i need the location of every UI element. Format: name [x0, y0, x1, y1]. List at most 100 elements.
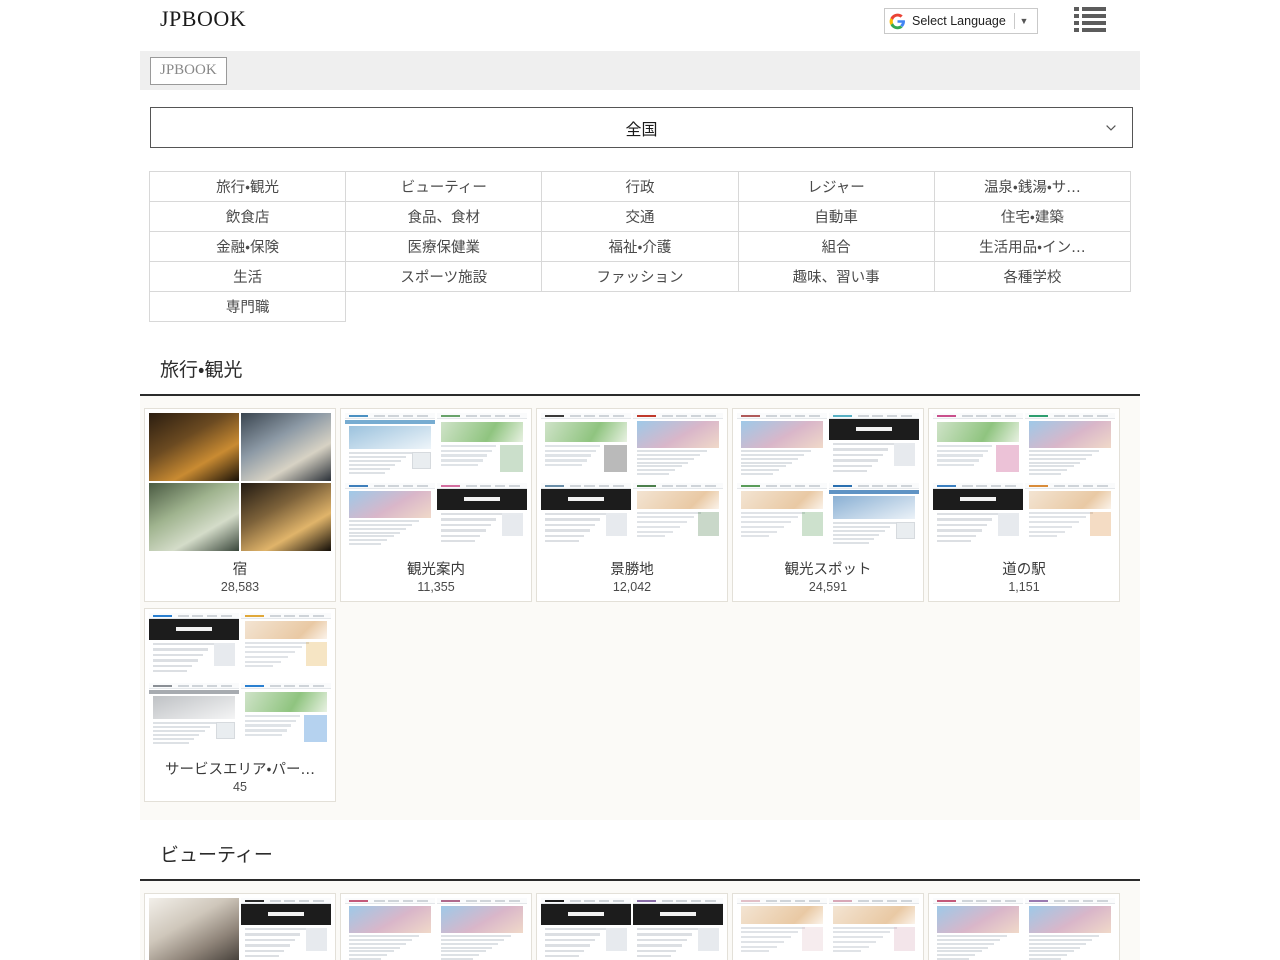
breadcrumb-item-jpbook[interactable]: JPBOOK: [150, 57, 227, 85]
subcategory-card[interactable]: [144, 893, 336, 960]
subcategory-card[interactable]: [928, 893, 1120, 960]
card-label: 観光スポット: [733, 555, 923, 580]
card-thumbnail: [737, 483, 827, 551]
category-row: 金融・保険医療保健業福祉・介護組合生活用品・イン…: [150, 232, 1131, 262]
card-thumbnail: [241, 413, 331, 481]
category-cell[interactable]: ファッション: [542, 262, 738, 292]
region-select[interactable]: 全国: [150, 107, 1133, 148]
category-cell[interactable]: 各種学校: [934, 262, 1130, 292]
card-thumbnail-grid: [929, 894, 1119, 960]
card-thumbnail: [829, 413, 919, 481]
section-card-grid: [140, 881, 1140, 960]
section-card-grid: 宿28,583観光案内11,355景勝地12,042観光スポット24,591道の…: [140, 396, 1140, 820]
card-thumbnail: [149, 898, 239, 960]
list-menu-icon[interactable]: [1074, 6, 1106, 32]
category-cell[interactable]: レジャー: [738, 172, 934, 202]
google-translate-widget[interactable]: Select Language ▼: [884, 8, 1038, 34]
category-cell[interactable]: 温泉・銭湯・サ…: [934, 172, 1130, 202]
card-thumbnail: [345, 483, 435, 551]
category-row: 生活スポーツ施設ファッション趣味、習い事各種学校: [150, 262, 1131, 292]
category-cell[interactable]: 住宅・建築: [934, 202, 1130, 232]
category-cell-empty: [738, 292, 934, 322]
card-thumbnail: [541, 483, 631, 551]
category-cell[interactable]: 生活用品・イン…: [934, 232, 1130, 262]
site-header: JPBOOK Select Language ▼: [0, 0, 1280, 44]
category-cell[interactable]: スポーツ施設: [346, 262, 542, 292]
subcategory-card[interactable]: [536, 893, 728, 960]
card-count: 45: [145, 780, 335, 801]
category-cell[interactable]: 旅行・観光: [150, 172, 346, 202]
card-thumbnail: [633, 483, 723, 551]
card-thumbnail: [241, 483, 331, 551]
card-thumbnail-grid: [537, 894, 727, 960]
card-thumbnail: [737, 898, 827, 960]
card-label: サービスエリア・パー…: [145, 755, 335, 780]
card-thumbnail: [541, 413, 631, 481]
card-thumbnail: [541, 898, 631, 960]
category-cell[interactable]: 組合: [738, 232, 934, 262]
category-cell[interactable]: 食品、食材: [346, 202, 542, 232]
card-count: 12,042: [537, 580, 727, 601]
translate-label: Select Language: [912, 14, 1006, 28]
category-row: 専門職: [150, 292, 1131, 322]
subcategory-card[interactable]: [732, 893, 924, 960]
card-thumbnail: [437, 483, 527, 551]
category-cell[interactable]: 交通: [542, 202, 738, 232]
category-row: 旅行・観光ビューティー行政レジャー温泉・銭湯・サ…: [150, 172, 1131, 202]
card-thumbnail-grid: [145, 894, 335, 960]
page-root: JPBOOK Select Language ▼ JPBOOK: [0, 0, 1280, 960]
category-section: ビューティー: [140, 826, 1140, 960]
category-cell[interactable]: 生活: [150, 262, 346, 292]
card-thumbnail: [1025, 483, 1115, 551]
card-thumbnail: [241, 683, 331, 751]
subcategory-card[interactable]: 観光案内11,355: [340, 408, 532, 602]
card-thumbnail-grid: [537, 409, 727, 555]
card-thumbnail: [933, 483, 1023, 551]
card-count: 24,591: [733, 580, 923, 601]
category-cell[interactable]: 自動車: [738, 202, 934, 232]
card-thumbnail: [241, 613, 331, 681]
card-count: 1,151: [929, 580, 1119, 601]
category-cell[interactable]: 趣味、習い事: [738, 262, 934, 292]
card-thumbnail-grid: [145, 609, 335, 755]
card-label: 道の駅: [929, 555, 1119, 580]
card-count: 11,355: [341, 580, 531, 601]
card-thumbnail: [829, 483, 919, 551]
card-thumbnail: [737, 413, 827, 481]
subcategory-card[interactable]: 観光スポット24,591: [732, 408, 924, 602]
card-thumbnail-grid: [145, 409, 335, 555]
category-cell[interactable]: ビューティー: [346, 172, 542, 202]
subcategory-card[interactable]: 道の駅1,151: [928, 408, 1120, 602]
card-thumbnail: [149, 683, 239, 751]
subcategory-card[interactable]: サービスエリア・パー…45: [144, 608, 336, 802]
card-thumbnail-grid: [341, 409, 531, 555]
card-thumbnail: [633, 413, 723, 481]
subcategory-card[interactable]: 宿28,583: [144, 408, 336, 602]
card-thumbnail-grid: [733, 409, 923, 555]
category-cell[interactable]: 専門職: [150, 292, 346, 322]
category-cell[interactable]: 飲食店: [150, 202, 346, 232]
card-thumbnail: [633, 898, 723, 960]
card-thumbnail: [241, 898, 331, 960]
category-cell[interactable]: 金融・保険: [150, 232, 346, 262]
subcategory-card[interactable]: 景勝地12,042: [536, 408, 728, 602]
card-thumbnail-grid: [929, 409, 1119, 555]
category-section: 旅行・観光宿28,583観光案内11,355景勝地12,042観光スポット24,…: [140, 341, 1140, 820]
card-thumbnail: [1025, 413, 1115, 481]
chevron-down-icon[interactable]: ▼: [1015, 16, 1033, 26]
card-label: 宿: [145, 555, 335, 580]
subcategory-card[interactable]: [340, 893, 532, 960]
category-cell[interactable]: 行政: [542, 172, 738, 202]
site-logo[interactable]: JPBOOK: [160, 6, 246, 32]
card-thumbnail-grid: [733, 894, 923, 960]
card-thumbnail: [829, 898, 919, 960]
card-thumbnail: [437, 898, 527, 960]
category-cell[interactable]: 医療保健業: [346, 232, 542, 262]
card-thumbnail: [437, 413, 527, 481]
card-thumbnail: [149, 613, 239, 681]
category-cell[interactable]: 福祉・介護: [542, 232, 738, 262]
card-thumbnail: [933, 413, 1023, 481]
section-title: ビューティー: [140, 826, 1140, 881]
card-thumbnail: [1025, 898, 1115, 960]
card-thumbnail: [933, 898, 1023, 960]
